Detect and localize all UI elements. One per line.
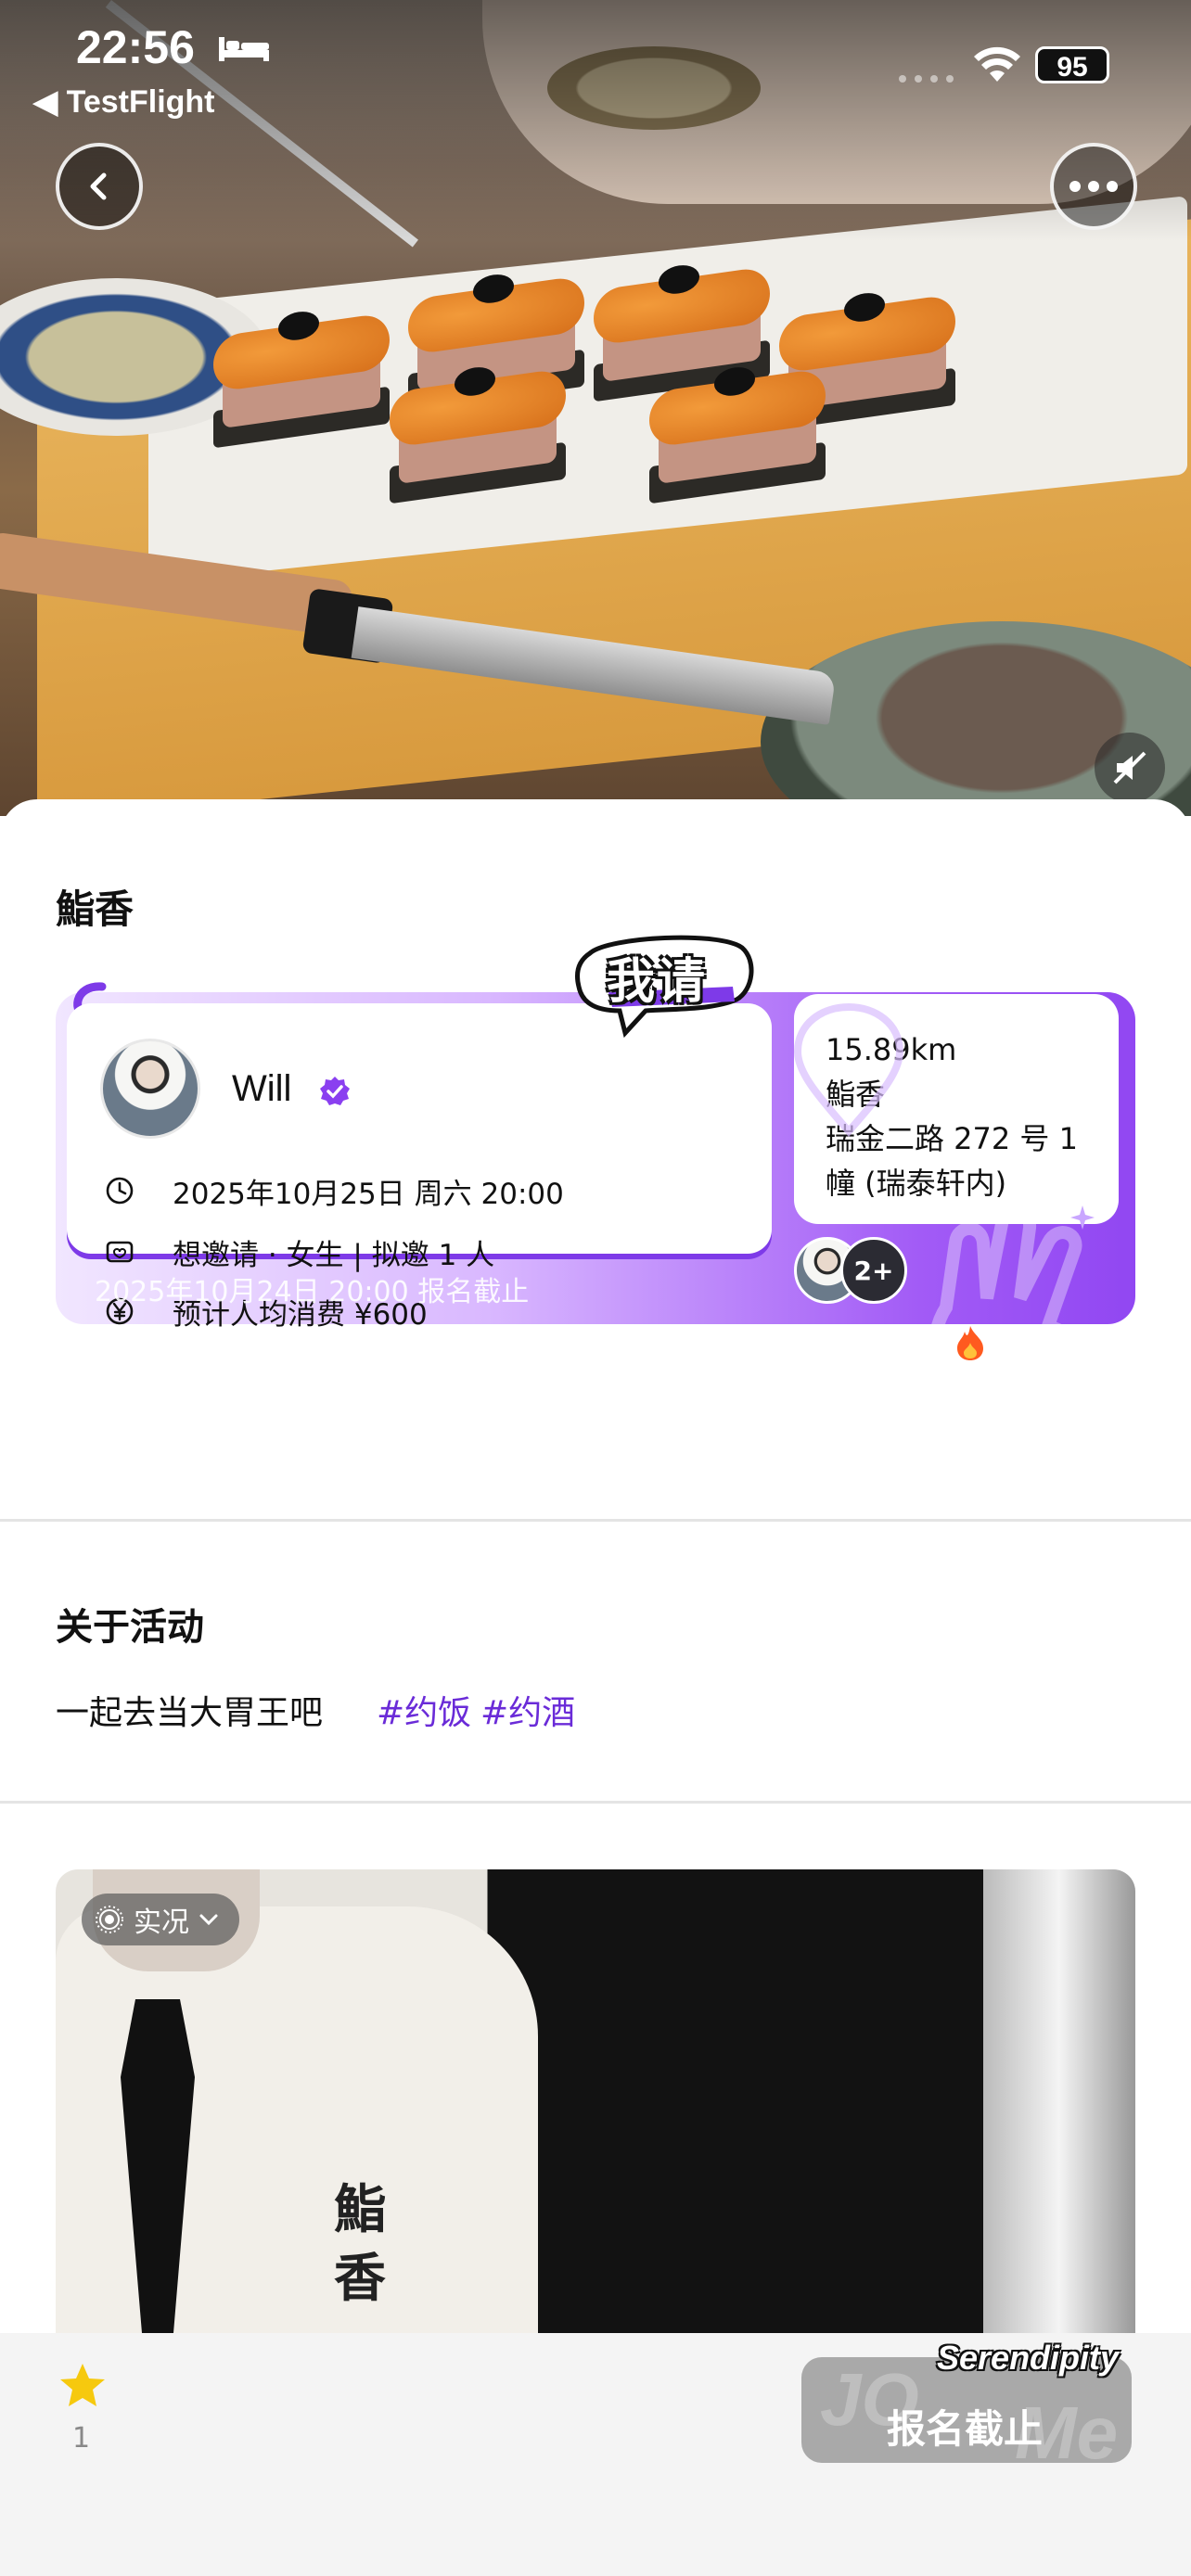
attendee-avatars[interactable]: 2+ [794,1237,942,1307]
more-button[interactable] [1050,143,1137,230]
verified-badge-icon [320,1077,350,1105]
hashtag[interactable]: #约饭 [377,1686,471,1734]
window-frame [983,1869,1135,2389]
content-sheet: 鮨香 Will 2025年10月25日 周六 20:00 想邀请 · 女生 | … [0,799,1191,2389]
sleep-focus-icon [219,37,269,61]
location-pin-decoration [793,1002,904,1138]
more-icon [1069,181,1118,192]
about-text: 一起去当大胃王吧 [56,1694,324,1732]
datetime-row: 2025年10月25日 周六 20:00 [104,1172,564,1211]
status-bar: 22:56 ◀ TestFlight 95 [0,0,1191,130]
cta-label: 报名截止 [887,2406,1044,2452]
treat-badge: 我请 [607,954,708,1010]
chevron-left-icon [90,172,107,200]
datetime-text: 2025年10月25日 周六 20:00 [173,1177,564,1211]
chevron-down-icon [199,1914,218,1926]
star-icon[interactable] [58,2361,108,2411]
about-title: 关于活动 [56,1606,204,1649]
favorite-count: 1 [72,2422,91,2455]
clock: 22:56 [76,21,195,73]
deadline-text: 2025年10月24日 20:00 报名截止 [95,1276,530,1308]
section-divider [0,1801,1191,1804]
live-photo-chip[interactable]: 实况 [82,1894,239,1945]
host-name[interactable]: Will [232,1068,291,1110]
live-photo-label: 实况 [134,1906,189,1939]
attendee-more-badge: 2+ [840,1237,907,1304]
coat-embroidery: 鮨 香 [334,2179,386,2309]
wifi-icon [974,46,1020,82]
back-to-testflight-link[interactable]: ◀ TestFlight [33,83,215,121]
host-avatar[interactable] [100,1039,200,1139]
live-photo-icon [96,1906,123,1933]
invite-icon [106,1241,134,1263]
hashtag[interactable]: #约酒 [480,1686,575,1734]
clock-icon [106,1177,134,1205]
mute-button[interactable] [1095,733,1165,803]
speaker-muted-icon [1113,751,1146,784]
invite-card[interactable]: Will 2025年10月25日 周六 20:00 想邀请 · 女生 | 拟邀 … [56,935,1135,1435]
sparkle-decoration [1070,1205,1095,1230]
battery-indicator: 95 [1035,46,1109,83]
cellular-signal-icon [899,75,954,83]
fire-icon [957,1326,983,1360]
address-line-2: 幢 (瑞泰轩内) [826,1166,1007,1201]
place-title: 鮨香 [56,886,134,932]
preference-text: 想邀请 · 女生 | 拟邀 1 人 [173,1238,495,1272]
brand-logo: Serendipity [937,2339,1120,2377]
signing-up-text: 人正在报名 [794,1332,943,1367]
section-divider [0,1519,1191,1522]
preference-row: 想邀请 · 女生 | 拟邀 1 人 [104,1233,495,1272]
activity-photo[interactable]: 鮨 香 实况 [56,1869,1135,2389]
back-button[interactable] [56,143,143,230]
